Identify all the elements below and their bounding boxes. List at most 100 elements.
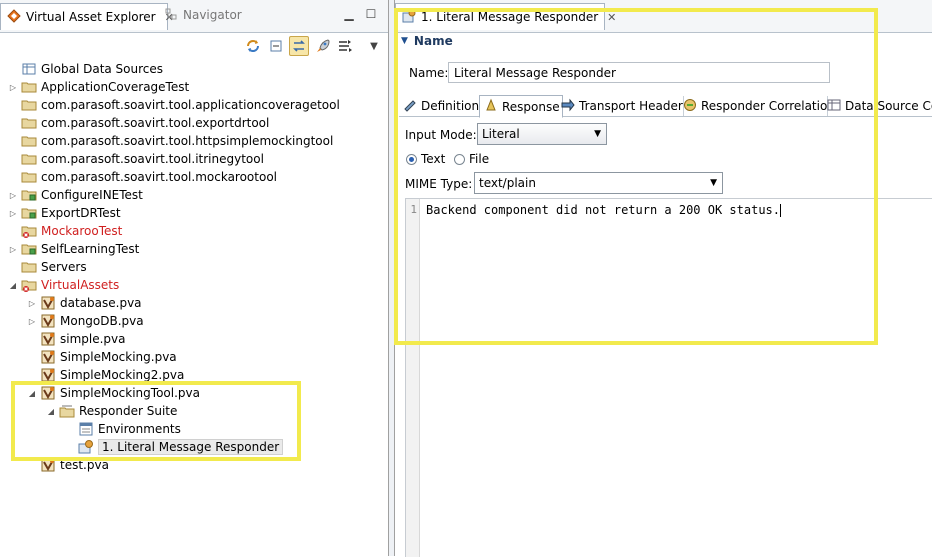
link-with-editor-button[interactable] <box>289 36 309 56</box>
tree-item[interactable]: SimpleMocking2.pva <box>27 366 184 384</box>
tree-item-label: Servers <box>41 260 87 274</box>
pva-icon <box>40 295 56 311</box>
tree-item[interactable]: SimpleMocking.pva <box>27 348 177 366</box>
tree-item[interactable]: MockarooTest <box>8 222 122 240</box>
collapse-all-button[interactable] <box>266 36 286 56</box>
response-icon <box>484 98 498 115</box>
radio-file[interactable]: File <box>454 152 489 166</box>
subtab-definition[interactable]: Definition <box>399 96 484 116</box>
tree-item[interactable]: Global Data Sources <box>8 60 163 78</box>
project-icon <box>21 241 37 257</box>
tree-item-label: com.parasoft.soavirt.tool.mockarootool <box>41 170 277 184</box>
project-icon <box>21 205 37 221</box>
tab-navigator[interactable]: Navigator <box>158 4 248 26</box>
tree-item[interactable]: com.parasoft.soavirt.tool.exportdrtool <box>8 114 269 132</box>
expand-chevron-icon[interactable]: ▷ <box>27 298 37 308</box>
pva-icon <box>40 385 56 401</box>
view-menu-chevron-down-icon[interactable]: ▼ <box>364 36 384 56</box>
body-text: Backend component did not return a 200 O… <box>426 203 781 217</box>
name-field[interactable]: Literal Message Responder <box>448 62 830 83</box>
tree-item[interactable]: ▷ SelfLearningTest <box>8 240 139 258</box>
body-text-line[interactable]: Backend component did not return a 200 O… <box>426 203 782 217</box>
radio-text-button[interactable] <box>406 153 417 165</box>
collapse-chevron-icon[interactable]: ◢ <box>8 280 18 290</box>
collapse-chevron-icon[interactable]: ◢ <box>27 388 37 398</box>
radio-file-button[interactable] <box>454 153 465 165</box>
expand-chevron-icon[interactable]: ▷ <box>8 190 18 200</box>
tree-item[interactable]: ▷ ApplicationCoverageTest <box>8 78 189 96</box>
tree-item-label: test.pva <box>60 458 109 472</box>
name-value: Literal Message Responder <box>454 65 616 80</box>
input-mode-select[interactable]: Literal ▼ <box>477 123 607 145</box>
tree-item-label: 1. Literal Message Responder <box>98 439 284 455</box>
minimize-icon[interactable]: ▁ <box>342 8 356 22</box>
radio-text-label: Text <box>421 152 446 166</box>
pva-icon <box>40 313 56 329</box>
subtab-data-source-correlation[interactable]: Data Source Cor <box>823 96 932 116</box>
expand-chevron-icon[interactable]: ▷ <box>8 82 18 92</box>
tree-item[interactable]: ▷ database.pva <box>27 294 142 312</box>
tree-item-label: com.parasoft.soavirt.tool.applicationcov… <box>41 98 340 112</box>
filter-button[interactable] <box>335 36 355 56</box>
text-cursor <box>780 204 782 217</box>
tree-item[interactable]: ◢ SimpleMockingTool.pva <box>27 384 200 402</box>
close-icon[interactable]: ✕ <box>607 11 616 24</box>
tab-label: 1. Literal Message Responder <box>421 10 599 24</box>
collapse-chevron-icon[interactable]: ◢ <box>46 406 56 416</box>
tree-item-label: com.parasoft.soavirt.tool.httpsimplemock… <box>41 134 334 148</box>
line-number-gutter: 1 <box>406 199 420 557</box>
tree-item-label: ExportDRTest <box>41 206 121 220</box>
tree-item[interactable]: ▷ MongoDB.pva <box>27 312 144 330</box>
tree-item[interactable]: com.parasoft.soavirt.tool.httpsimplemock… <box>8 132 333 150</box>
mime-type-value: text/plain <box>479 176 536 190</box>
data-source-icon <box>827 98 841 115</box>
mime-type-label: MIME Type: <box>405 177 473 191</box>
tree-item-label: Responder Suite <box>79 404 178 418</box>
tree-item-label: VirtualAssets <box>41 278 120 292</box>
tree-item[interactable]: simple.pva <box>27 330 126 348</box>
tree-item[interactable]: Environments <box>65 420 181 438</box>
tab-label: Navigator <box>183 8 242 22</box>
subtab-transport-header[interactable]: Transport Header <box>557 96 684 116</box>
deploy-button[interactable] <box>313 36 333 56</box>
tree-item-label: simple.pva <box>60 332 126 346</box>
tree-item[interactable]: ◢ Responder Suite <box>46 402 177 420</box>
tab-literal-message-responder[interactable]: 1. Literal Message Responder ✕ <box>395 3 616 30</box>
expand-chevron-icon[interactable]: ▷ <box>8 244 18 254</box>
refresh-button[interactable] <box>243 36 263 56</box>
tree-item[interactable]: 1. Literal Message Responder <box>65 438 284 456</box>
radio-text[interactable]: Text <box>406 152 445 166</box>
maximize-icon[interactable]: ☐ <box>364 8 378 22</box>
data-source-icon <box>21 61 37 77</box>
tab-virtual-asset-explorer[interactable]: Virtual Asset Explorer ✕ <box>0 3 174 30</box>
expand-chevron-icon[interactable]: ▷ <box>8 208 18 218</box>
tree-item[interactable]: com.parasoft.soavirt.tool.applicationcov… <box>8 96 340 114</box>
body-editor[interactable]: 1 Backend component did not return a 200… <box>405 198 932 557</box>
tree-item[interactable]: Servers <box>8 258 87 276</box>
tree-item[interactable]: com.parasoft.soavirt.tool.mockarootool <box>8 168 277 186</box>
subtab-label: Response <box>502 99 560 114</box>
folder-icon <box>21 133 37 149</box>
tree-item[interactable]: ▷ ConfigureINETest <box>8 186 143 204</box>
tree-item[interactable]: test.pva <box>27 456 109 474</box>
tree-item[interactable]: com.parasoft.soavirt.tool.itrinegytool <box>8 150 264 168</box>
subtab-responder-correlation[interactable]: Responder Correlation <box>679 96 835 116</box>
subtab-response[interactable]: Response <box>479 95 563 118</box>
mime-type-select[interactable]: text/plain ▼ <box>474 172 723 194</box>
definition-icon <box>403 98 417 115</box>
expand-chevron-icon[interactable]: ▷ <box>27 316 37 326</box>
tree-item[interactable]: ▷ ExportDRTest <box>8 204 121 222</box>
tree-item[interactable]: ◢ VirtualAssets <box>8 276 119 294</box>
name-section-header[interactable]: ▼ Name <box>401 34 453 48</box>
subtab-label: Definition <box>421 99 480 113</box>
tree-item-label: ConfigureINETest <box>41 188 143 202</box>
tree-item-label: Global Data Sources <box>41 62 164 76</box>
environments-icon <box>78 421 94 437</box>
input-mode-label: Input Mode: <box>405 128 477 142</box>
